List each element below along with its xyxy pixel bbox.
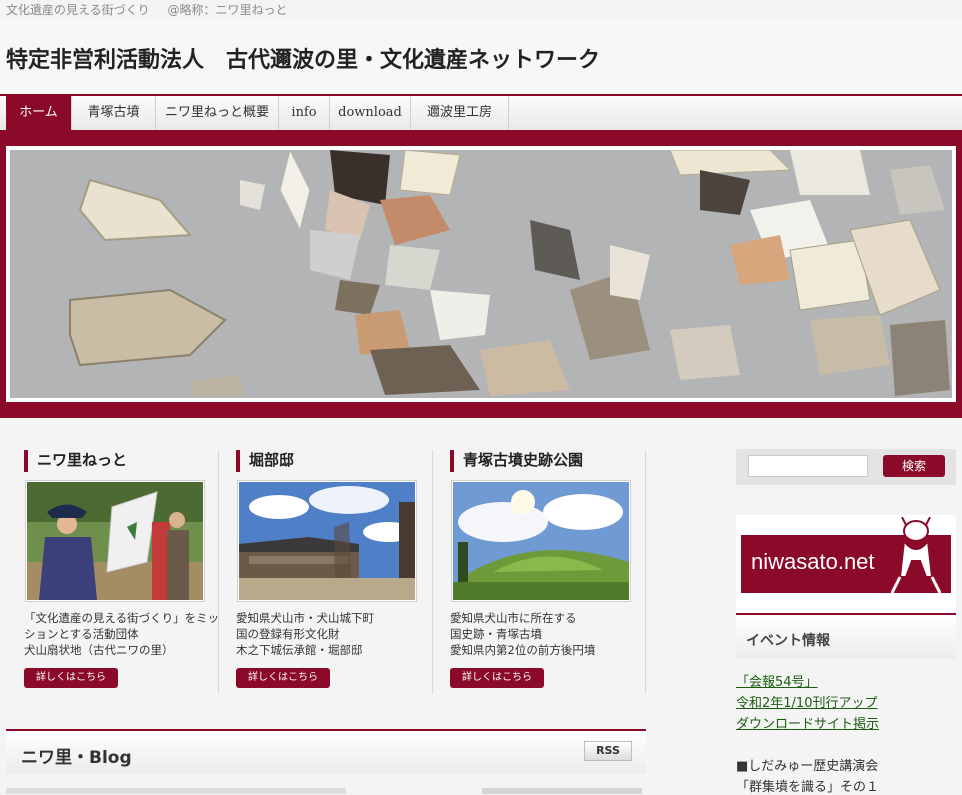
card-divider: [432, 450, 433, 694]
event-link-upload[interactable]: 令和2年1/10刊行アップ: [736, 692, 877, 711]
events-title: イベント情報: [746, 633, 830, 649]
card-photo-people-with-flag[interactable]: [25, 480, 205, 602]
event-lecture-heading: ■しだみゅー歴史講演会: [736, 759, 879, 774]
search-button[interactable]: 検索: [883, 455, 945, 477]
logo-text: niwasato.net: [751, 549, 875, 574]
card-description: 「文化遺産の見える街づくり」をミッ ションとする活動団体 犬山扇状地（古代ニワの…: [24, 610, 224, 658]
nav-about[interactable]: ニワ里ねっと概要: [156, 96, 279, 130]
blog-post-title-partial: [6, 788, 346, 794]
card-title[interactable]: ニワ里ねっと: [24, 450, 127, 472]
site-title[interactable]: 特定非営利活動法人 古代邇波の里・文化遺産ネットワーク: [6, 42, 600, 74]
blog-title: ニワ里・Blog: [21, 748, 132, 768]
card-photo-burial-mound[interactable]: [451, 480, 631, 602]
card-line: 国史跡・青塚古墳: [450, 627, 542, 641]
details-button[interactable]: 詳しくはこちら: [24, 668, 118, 688]
nav-aozuka-kofun[interactable]: 青塚古墳: [72, 96, 156, 130]
tagline: 文化遺産の見える街づくり: [6, 3, 150, 17]
card-line: 愛知県内第2位の前方後円墳: [450, 643, 596, 657]
card-line: 木之下城伝承館・堀部邸: [236, 643, 363, 657]
card-line: 愛知県犬山市・犬山城下町: [236, 611, 374, 625]
card-photo-traditional-house[interactable]: [237, 480, 417, 602]
card-title[interactable]: 青塚古墳史跡公園: [450, 450, 583, 472]
nav-workshop[interactable]: 邇波里工房: [411, 96, 509, 130]
events-widget-header: イベント情報: [736, 613, 956, 659]
card-divider: [645, 450, 646, 694]
site-header: 特定非営利活動法人 古代邇波の里・文化遺産ネットワーク: [0, 18, 962, 94]
mascot-icon: [890, 517, 942, 594]
hero-image-shell-fragments: [10, 150, 952, 398]
details-button[interactable]: 詳しくはこちら: [450, 668, 544, 688]
abbreviation: @略称：ニワ里ねっと: [167, 3, 288, 17]
card-description: 愛知県犬山市・犬山城下町 国の登録有形文化財 木之下城伝承館・堀部邸: [236, 610, 436, 658]
niwasato-logo-banner[interactable]: niwasato.net: [736, 515, 956, 617]
details-button[interactable]: 詳しくはこちら: [236, 668, 330, 688]
event-lecture-subtitle: 「群集墳を識る」その１: [736, 780, 880, 795]
card-line: 国の登録有形文化財: [236, 627, 340, 641]
card-description: 愛知県犬山市に所在する 国史跡・青塚古墳 愛知県内第2位の前方後円墳: [450, 610, 650, 658]
blog-section-header: ニワ里・Blog RSS: [6, 729, 646, 773]
top-tagline-bar: 文化遺産の見える街づくり @略称：ニワ里ねっと: [6, 1, 288, 18]
blog-thumbnail-partial: [482, 788, 642, 794]
nav-info[interactable]: info: [279, 96, 330, 130]
event-link-download-site[interactable]: ダウンロードサイト掲示: [736, 713, 879, 732]
card-divider: [218, 450, 219, 694]
card-title[interactable]: 堀部邸: [236, 450, 294, 472]
card-line: 愛知県犬山市に所在する: [450, 611, 577, 625]
card-line: 「文化遺産の見える街づくり」をミッ: [24, 611, 220, 625]
card-line: ションとする活動団体: [24, 627, 139, 641]
event-link-newsletter[interactable]: 「会報54号」: [736, 671, 818, 690]
search-input[interactable]: [748, 455, 868, 477]
rss-button[interactable]: RSS: [584, 741, 632, 761]
search-widget: 検索: [736, 449, 956, 485]
nav-home[interactable]: ホーム: [6, 96, 72, 130]
main-nav: ホーム 青塚古墳 ニワ里ねっと概要 info download 邇波里工房: [0, 94, 962, 130]
nav-download[interactable]: download: [330, 96, 411, 130]
card-line: 犬山扇状地（古代ニワの里）: [24, 643, 174, 657]
